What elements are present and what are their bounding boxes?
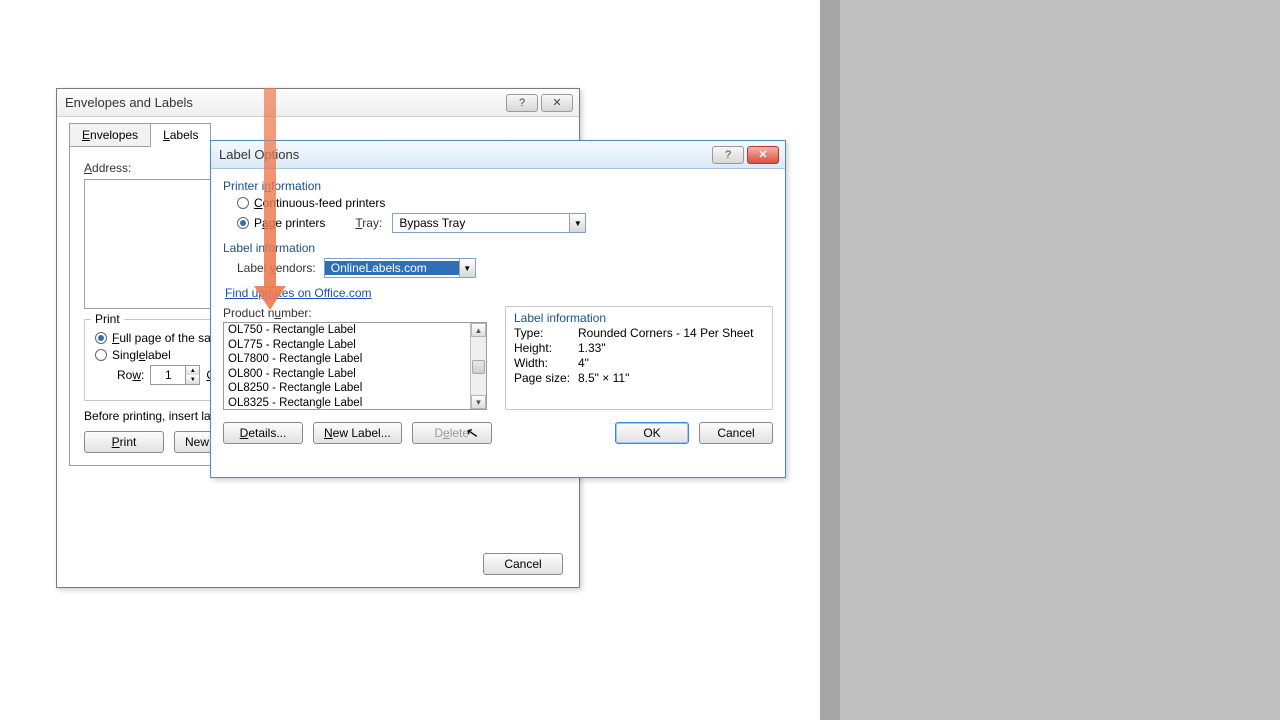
close-button[interactable]: ✕ [541, 94, 573, 112]
tray-select[interactable]: Bypass Tray ▼ [392, 213, 586, 233]
list-item[interactable]: OL750 - Rectangle Label [224, 323, 470, 338]
vendor-select[interactable]: OnlineLabels.com ▼ [324, 258, 476, 278]
help-button[interactable]: ? [506, 94, 538, 112]
radio-icon [95, 332, 107, 344]
cancel-button[interactable]: Cancel [699, 422, 773, 444]
product-items: OL750 - Rectangle Label OL775 - Rectangl… [224, 323, 470, 409]
list-item[interactable]: OL7800 - Rectangle Label [224, 352, 470, 367]
divider-bar [810, 0, 820, 720]
list-item[interactable]: OL8325 - Rectangle Label [224, 396, 470, 410]
help-button[interactable]: ? [712, 146, 744, 164]
radio-icon [237, 217, 249, 229]
right-background [820, 0, 1280, 720]
spin-down-icon[interactable]: ▼ [185, 375, 199, 384]
office-updates-link[interactable]: Find updates on Office.com [225, 286, 372, 300]
vendor-label: Label vendors: [237, 261, 316, 275]
product-number-label: Product number: [223, 306, 487, 320]
print-button[interactable]: Print [84, 431, 164, 453]
list-item[interactable]: OL8250 - Rectangle Label [224, 381, 470, 396]
dialog-title: Envelopes and Labels [63, 95, 503, 110]
scroll-down-icon[interactable]: ▼ [471, 395, 486, 409]
tab-envelopes[interactable]: Envelopes [69, 123, 151, 147]
spin-up-icon[interactable]: ▲ [185, 366, 199, 375]
dialog-titlebar: Label Options ? ✕ [211, 141, 785, 169]
list-item[interactable]: OL775 - Rectangle Label [224, 338, 470, 353]
chevron-down-icon[interactable]: ▼ [569, 214, 585, 232]
listbox-scrollbar[interactable]: ▲ ▼ [470, 323, 486, 409]
info-title: Label information [514, 311, 764, 325]
details-button[interactable]: Details... [223, 422, 303, 444]
scrollbar-thumb[interactable] [472, 360, 485, 374]
delete-button: Delete [412, 422, 492, 444]
label-options-dialog: Label Options ? ✕ Printer information Co… [210, 140, 786, 478]
ok-button[interactable]: OK [615, 422, 689, 444]
printer-info-title: Printer information [223, 179, 773, 193]
print-legend: Print [91, 312, 124, 326]
label-info-title: Label information [223, 241, 773, 255]
dialog-titlebar: Envelopes and Labels ? ✕ [57, 89, 579, 117]
cancel-button[interactable]: Cancel [483, 553, 563, 575]
chevron-down-icon[interactable]: ▼ [459, 259, 475, 277]
close-button[interactable]: ✕ [747, 146, 779, 164]
product-listbox[interactable]: OL750 - Rectangle Label OL775 - Rectangl… [223, 322, 487, 410]
new-label-button[interactable]: New Label... [313, 422, 402, 444]
label-info-table: Type:Rounded Corners - 14 Per Sheet Heig… [514, 326, 764, 385]
tab-labels[interactable]: Labels [150, 123, 211, 147]
list-item[interactable]: OL800 - Rectangle Label [224, 367, 470, 382]
dialog-title: Label Options [217, 147, 709, 162]
row-label: Row: [117, 368, 144, 382]
radio-continuous[interactable]: Continuous-feed printers [237, 196, 773, 210]
radio-page-printers[interactable]: Page printers Tray: Bypass Tray ▼ [237, 213, 773, 233]
tray-label: Tray: [355, 216, 382, 230]
radio-icon [95, 349, 107, 361]
row-spinner[interactable]: 1 ▲▼ [150, 365, 200, 385]
radio-icon [237, 197, 249, 209]
scroll-up-icon[interactable]: ▲ [471, 323, 486, 337]
